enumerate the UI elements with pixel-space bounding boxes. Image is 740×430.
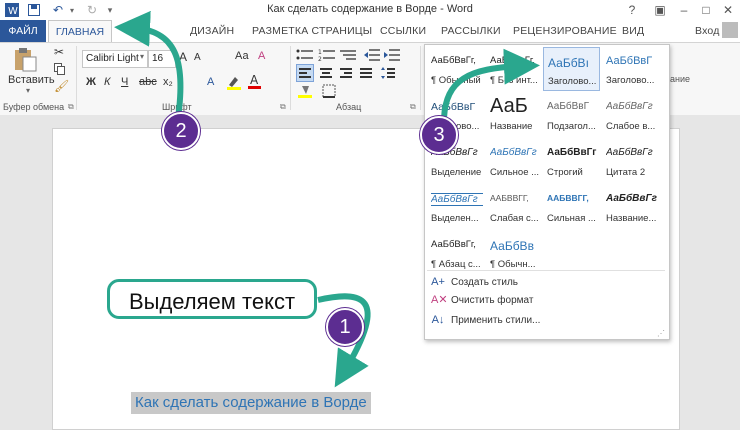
annotation-arrows (114, 10, 540, 388)
step-badge-3: 3 (420, 116, 458, 154)
arrow-to-home-tab (114, 10, 184, 119)
step-badge-2: 2 (162, 112, 200, 150)
step-badge-1: 1 (326, 308, 364, 346)
select-text-callout: Выделяем текст (107, 279, 317, 319)
arrow-to-heading-style (441, 48, 540, 119)
